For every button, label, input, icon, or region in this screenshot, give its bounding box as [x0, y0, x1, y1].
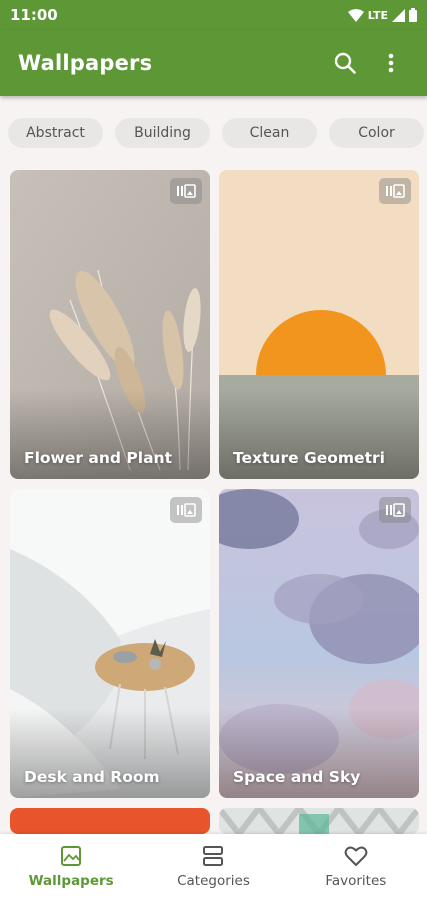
wallpaper-card-flower-and-plant[interactable]: Flower and Plant — [10, 170, 210, 479]
card-title: Texture Geometri — [233, 449, 385, 467]
card-title: Space and Sky — [233, 768, 361, 786]
wallpaper-card-partial[interactable] — [10, 808, 210, 834]
chip-clean[interactable]: Clean — [222, 118, 317, 148]
category-chips: Abstract Building Clean Color — [0, 118, 427, 148]
gallery-icon — [386, 503, 405, 517]
app-bar: Wallpapers — [0, 30, 427, 96]
set-wallpaper-badge[interactable] — [379, 497, 411, 523]
nav-label: Favorites — [325, 873, 387, 889]
wallpaper-card-desk-and-room[interactable]: Desk and Room — [10, 489, 210, 798]
set-wallpaper-badge[interactable] — [379, 178, 411, 204]
nav-item-favorites[interactable]: Favorites — [285, 834, 427, 900]
card-title: Flower and Plant — [24, 449, 172, 467]
nav-label: Wallpapers — [28, 873, 114, 889]
page-title: Wallpapers — [18, 51, 153, 75]
categories-icon — [203, 846, 224, 866]
wallpaper-card-partial[interactable] — [219, 808, 419, 834]
wallpaper-card-space-and-sky[interactable]: Space and Sky — [219, 489, 419, 798]
nav-item-wallpapers[interactable]: Wallpapers — [0, 834, 142, 900]
battery-icon — [409, 8, 417, 22]
status-time: 11:00 — [10, 6, 58, 24]
search-icon — [334, 52, 356, 74]
more-vert-icon — [388, 53, 394, 73]
gallery-icon — [177, 503, 196, 517]
wallpaper-image — [219, 808, 419, 834]
set-wallpaper-badge[interactable] — [170, 178, 202, 204]
status-bar: 11:00 LTE — [0, 0, 427, 30]
set-wallpaper-badge[interactable] — [170, 497, 202, 523]
gallery-icon — [177, 184, 196, 198]
signal-icon — [392, 8, 405, 22]
chip-color[interactable]: Color — [329, 118, 424, 148]
network-type: LTE — [367, 8, 388, 22]
chip-abstract[interactable]: Abstract — [8, 118, 103, 148]
status-icons: LTE — [347, 8, 417, 22]
bottom-navigation: Wallpapers Categories Favorites — [0, 834, 427, 900]
heart-icon — [344, 846, 368, 866]
gallery-icon — [386, 184, 405, 198]
card-title: Desk and Room — [24, 768, 160, 786]
nav-label: Categories — [177, 873, 250, 889]
wifi-icon — [347, 8, 364, 22]
wallpaper-card-texture-geometri[interactable]: Texture Geometri — [219, 170, 419, 479]
search-button[interactable] — [327, 45, 363, 81]
image-icon — [61, 846, 82, 866]
more-options-button[interactable] — [373, 45, 409, 81]
nav-item-categories[interactable]: Categories — [142, 834, 284, 900]
chip-building[interactable]: Building — [115, 118, 210, 148]
